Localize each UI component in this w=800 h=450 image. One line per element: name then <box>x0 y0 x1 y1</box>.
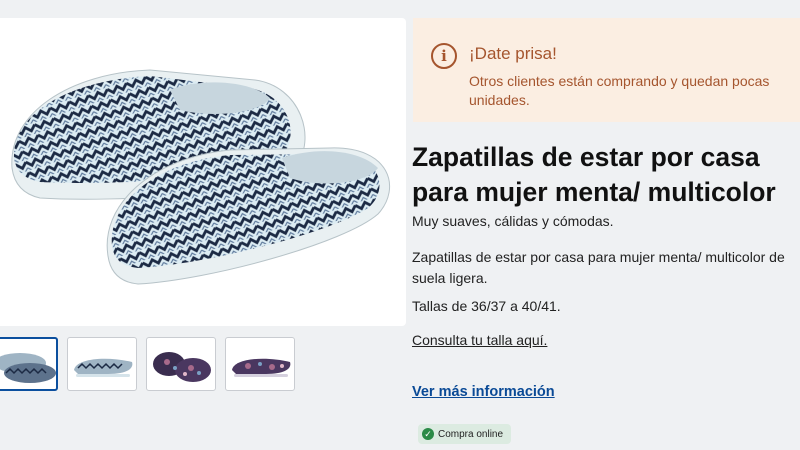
thumbnail-4[interactable] <box>225 337 295 391</box>
slipper-pair-image <box>11 69 391 285</box>
product-tagline: Muy suaves, cálidas y cómodas. <box>412 213 614 229</box>
info-icon: i <box>431 43 457 69</box>
alert-title: ¡Date prisa! <box>469 44 557 63</box>
thumbnail-3[interactable] <box>146 337 216 391</box>
main-product-image[interactable] <box>0 18 406 326</box>
thumbnail-1[interactable] <box>0 337 58 391</box>
thumbnail-strip <box>0 337 400 393</box>
product-sizes: Tallas de 36/37 a 40/41. <box>412 298 561 314</box>
slipper-pair-chevron-image <box>0 353 56 383</box>
product-description: Zapatillas de estar por casa para mujer … <box>412 249 785 286</box>
product-title: Zapatillas de estar por casa para mujer … <box>412 140 800 210</box>
alert-message: Otros clientes están comprando y quedan … <box>469 73 770 108</box>
low-stock-alert: i ¡Date prisa! Otros clientes están comp… <box>413 18 800 122</box>
thumbnail-2[interactable] <box>67 337 137 391</box>
size-guide-link[interactable]: Consulta tu talla aquí. <box>412 332 547 348</box>
slipper-pair-floral-image <box>153 352 211 382</box>
more-info-link[interactable]: Ver más información <box>412 384 555 400</box>
product-title-text: Zapatillas de estar por casa para mujer … <box>412 142 776 207</box>
badge-label: Compra online <box>438 428 504 440</box>
checkmark-icon: ✓ <box>422 428 434 440</box>
online-purchase-badge: ✓ Compra online <box>418 424 512 444</box>
slipper-side-floral-image <box>232 358 291 377</box>
slipper-side-chevron-image <box>74 358 133 377</box>
